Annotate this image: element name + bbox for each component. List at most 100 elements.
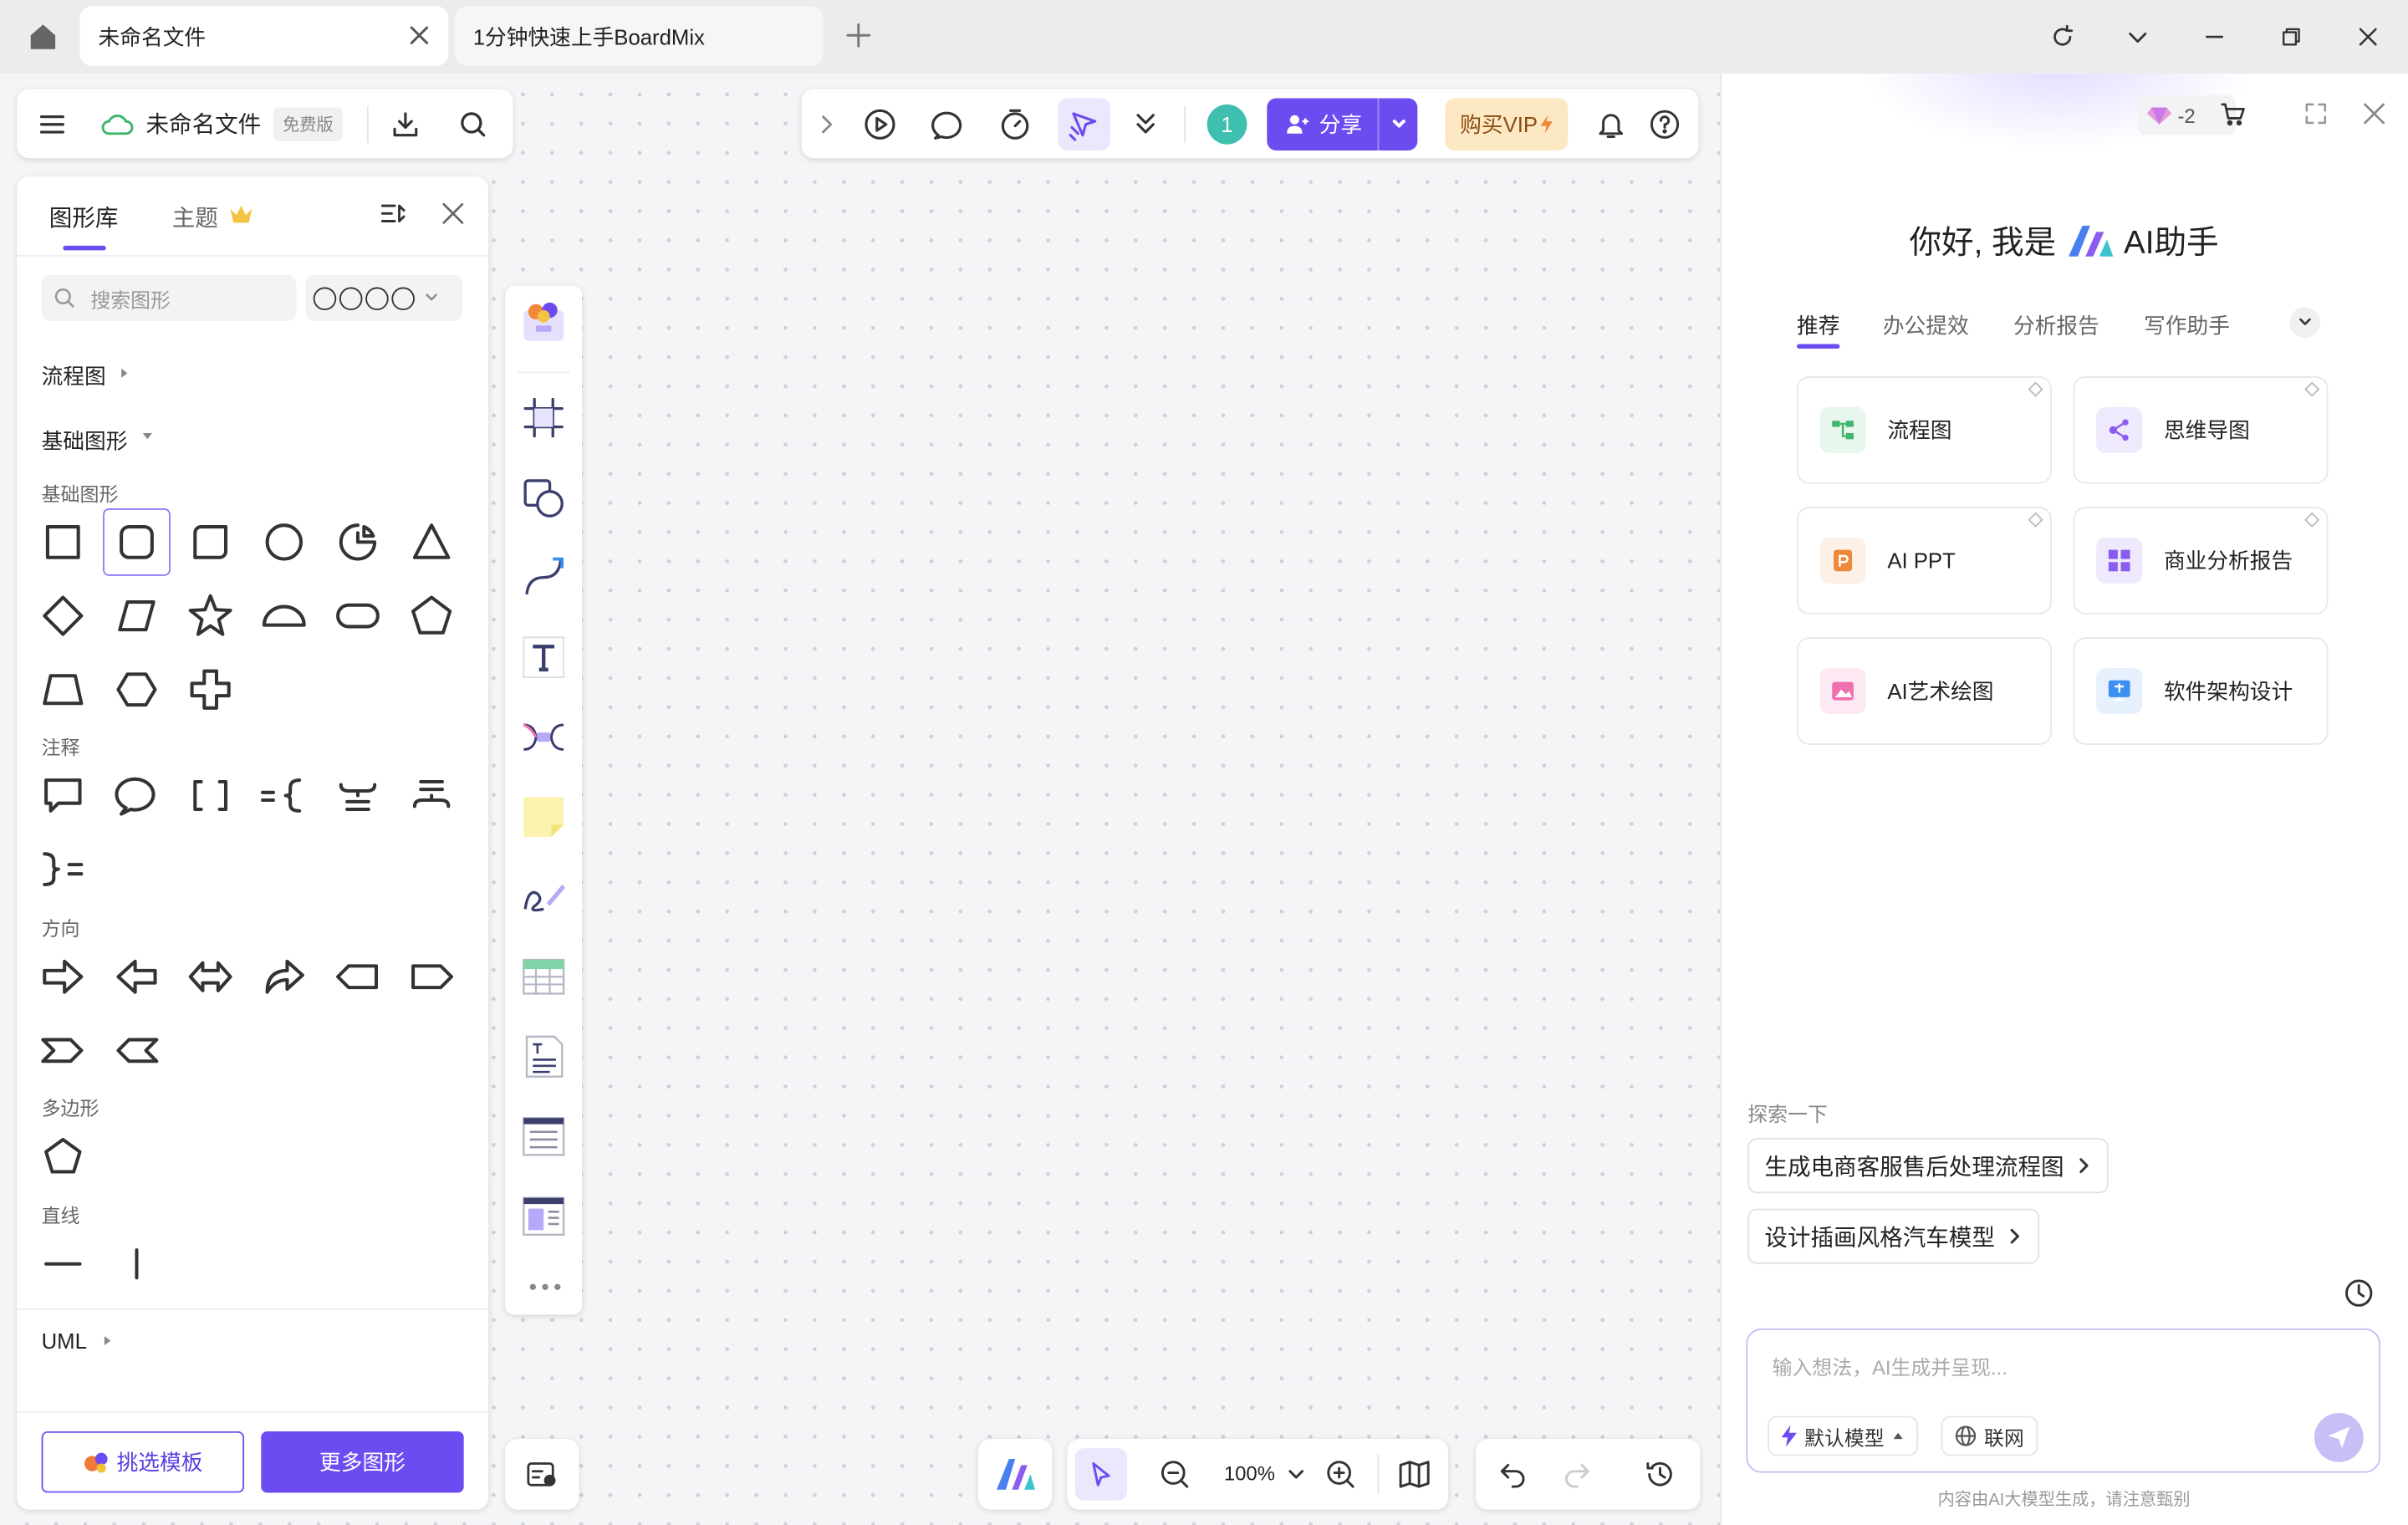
table-tool-icon[interactable] <box>519 952 569 1002</box>
online-users-avatar[interactable]: 1 <box>1207 103 1247 144</box>
shape-style-selector[interactable] <box>305 274 462 321</box>
shape-search-input[interactable]: 搜索图形 <box>41 274 297 321</box>
chat-history-icon[interactable] <box>2344 1278 2375 1308</box>
pick-template-button[interactable]: 挑选模板 <box>41 1431 245 1493</box>
shape-polygon-pentagon[interactable] <box>29 1123 97 1191</box>
ai-feature-art[interactable]: AI艺术绘图 <box>1796 637 2052 745</box>
template-gallery-icon[interactable] <box>519 298 569 347</box>
laser-pointer-icon[interactable] <box>1058 97 1110 150</box>
layout-tool-icon[interactable] <box>519 1191 569 1241</box>
section-basic-shapes[interactable]: 基础图形 <box>42 426 128 456</box>
shape-chevron-left[interactable] <box>103 1017 171 1084</box>
shape-callout-round[interactable] <box>103 762 171 829</box>
tab-boardmix-guide[interactable]: 1分钟快速上手BoardMix <box>454 6 824 66</box>
shape-trapezoid[interactable] <box>29 655 97 723</box>
present-icon[interactable] <box>863 107 896 140</box>
more-actions-icon[interactable] <box>1132 110 1160 137</box>
section-uml[interactable]: UML <box>42 1329 87 1353</box>
ai-tabs-more-icon[interactable] <box>2289 307 2321 339</box>
pen-tool-icon[interactable] <box>519 872 569 921</box>
ai-feature-mindmap[interactable]: 思维导图 <box>2073 376 2329 484</box>
notification-bell-icon[interactable] <box>1595 108 1626 139</box>
mindmap-icon[interactable] <box>519 712 569 762</box>
shape-half-circle[interactable] <box>250 582 318 650</box>
restore-icon[interactable] <box>2273 18 2309 55</box>
search-icon[interactable] <box>457 108 488 139</box>
shape-line-horizontal[interactable] <box>29 1230 97 1298</box>
shape-brace-left[interactable] <box>250 762 318 829</box>
shape-rounded-rectangle[interactable] <box>103 508 171 576</box>
suggestion-item[interactable]: 生成电商客服售后处理流程图 <box>1747 1138 2109 1194</box>
timer-icon[interactable] <box>998 107 1032 140</box>
tab-untitled[interactable]: 未命名文件 <box>79 6 449 66</box>
shape-tag-left[interactable] <box>324 943 392 1011</box>
shape-pentagon[interactable] <box>398 582 466 650</box>
history-icon[interactable] <box>1645 1459 1676 1490</box>
chevron-down-icon[interactable] <box>1287 1466 1305 1482</box>
chevron-down-icon[interactable] <box>2120 18 2156 55</box>
help-icon[interactable] <box>1650 108 1681 139</box>
ai-feature-architecture[interactable]: 软件架构设计 <box>2073 637 2329 745</box>
fullscreen-icon[interactable] <box>2303 101 2328 125</box>
shape-callout-rect[interactable] <box>29 762 97 829</box>
shape-brace-top[interactable] <box>398 762 466 829</box>
ai-tab-analysis[interactable]: 分析报告 <box>2013 310 2099 341</box>
close-window-icon[interactable] <box>2349 18 2386 55</box>
zoom-out-icon[interactable] <box>1160 1459 1191 1490</box>
close-ai-panel-icon[interactable] <box>2362 101 2386 125</box>
ai-feature-ppt[interactable]: AI PPT <box>1796 507 2052 615</box>
shape-arrow-both[interactable] <box>176 943 244 1011</box>
connector-icon[interactable] <box>519 553 569 602</box>
shape-tag-right[interactable] <box>398 943 466 1011</box>
ai-assistant-button[interactable] <box>977 1439 1053 1510</box>
close-panel-icon[interactable] <box>441 201 465 226</box>
shape-snip-rectangle[interactable] <box>176 508 244 576</box>
send-button[interactable] <box>2314 1412 2364 1462</box>
share-button[interactable]: 分享 <box>1267 97 1418 150</box>
list-tool-icon[interactable] <box>519 1112 569 1161</box>
ai-feature-business-report[interactable]: 商业分析报告 <box>2073 507 2329 615</box>
close-tab-icon[interactable] <box>409 24 431 46</box>
frame-icon[interactable] <box>519 393 569 442</box>
file-name[interactable]: 未命名文件 <box>145 108 261 140</box>
shape-stadium[interactable] <box>324 582 392 650</box>
shape-hexagon[interactable] <box>103 655 171 723</box>
redo-icon[interactable] <box>1562 1459 1593 1490</box>
sticky-note-icon[interactable] <box>519 793 569 842</box>
ai-tab-office[interactable]: 办公提效 <box>1883 310 1969 341</box>
minimap-toggle[interactable] <box>505 1439 579 1510</box>
shape-line-vertical[interactable] <box>103 1230 171 1298</box>
shape-arrow-right[interactable] <box>29 943 97 1011</box>
shapes-tool-icon[interactable] <box>519 473 569 523</box>
shape-cross[interactable] <box>176 655 244 723</box>
more-shapes-button[interactable]: 更多图形 <box>261 1431 464 1493</box>
shape-pie[interactable] <box>324 508 392 576</box>
menu-icon[interactable] <box>38 110 66 137</box>
chevron-down-icon[interactable] <box>1390 115 1408 133</box>
cart-icon[interactable] <box>2221 101 2245 126</box>
document-tool-icon[interactable] <box>519 1032 569 1081</box>
ai-tab-recommend[interactable]: 推荐 <box>1797 310 1839 341</box>
tab-shape-library[interactable]: 图形库 <box>49 201 119 234</box>
minimize-icon[interactable] <box>2196 18 2233 55</box>
shape-chevron-right[interactable] <box>29 1017 97 1084</box>
shape-diamond[interactable] <box>29 582 97 650</box>
shape-circle[interactable] <box>250 508 318 576</box>
select-tool-icon[interactable] <box>1074 1448 1128 1501</box>
map-icon[interactable] <box>1397 1459 1431 1490</box>
comment-icon[interactable] <box>931 107 964 140</box>
refresh-icon[interactable] <box>2044 18 2081 55</box>
shape-brace-bottom[interactable] <box>324 762 392 829</box>
undo-icon[interactable] <box>1497 1459 1528 1490</box>
shape-rectangle[interactable] <box>29 508 97 576</box>
section-flowchart[interactable]: 流程图 <box>42 361 106 392</box>
download-icon[interactable] <box>390 108 421 139</box>
suggestion-item[interactable]: 设计插画风格汽车模型 <box>1747 1208 2040 1264</box>
shape-brace-right[interactable] <box>29 835 97 903</box>
buy-vip-button[interactable]: 购买VIP <box>1445 97 1569 150</box>
shape-brackets[interactable] <box>176 762 244 829</box>
shape-arrow-curved[interactable] <box>250 943 318 1011</box>
more-tools-icon[interactable] <box>527 1281 564 1293</box>
new-tab-icon[interactable] <box>844 22 872 49</box>
ai-feature-flowchart[interactable]: 流程图 <box>1796 376 2052 484</box>
